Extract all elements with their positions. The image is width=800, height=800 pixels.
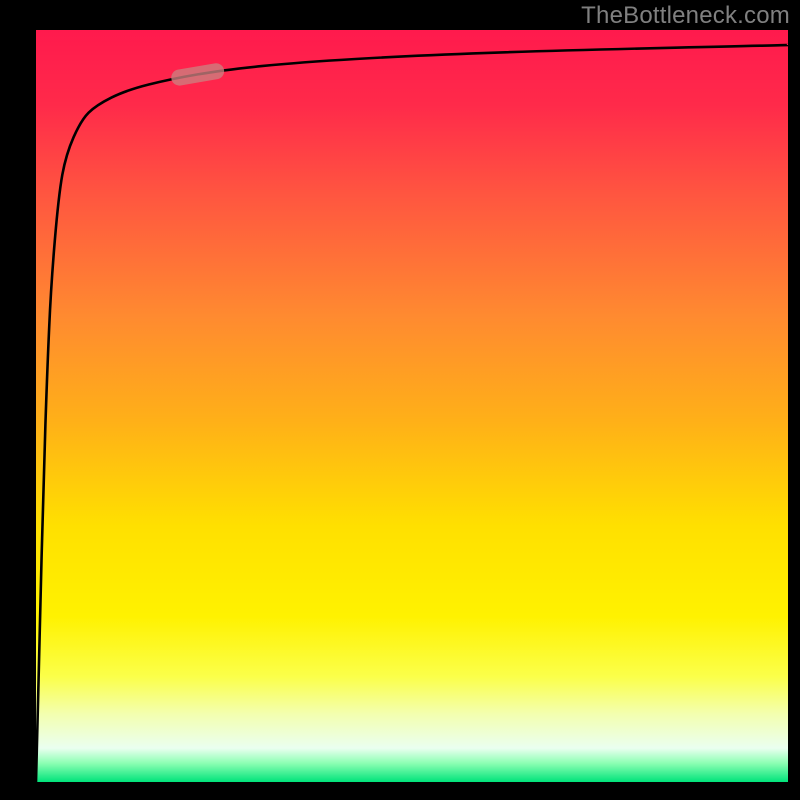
plot-background bbox=[36, 30, 788, 782]
plot-frame bbox=[36, 30, 788, 782]
chart-canvas: TheBottleneck.com bbox=[0, 0, 800, 800]
plot-svg bbox=[36, 30, 788, 782]
watermark-label: TheBottleneck.com bbox=[581, 2, 790, 30]
